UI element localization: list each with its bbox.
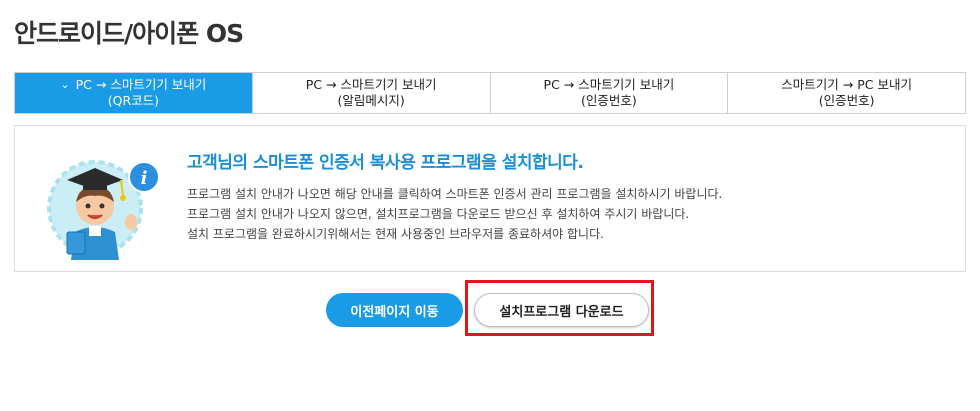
tab-sublabel: (QR코드) <box>107 93 160 108</box>
graduate-character-icon <box>45 140 175 260</box>
tab-smart-to-pc-code[interactable]: 스마트기기 → PC 보내기 (인증번호) <box>727 73 965 113</box>
info-line: 프로그램 설치 안내가 나오지 않으면, 설치프로그램을 다운로드 받으신 후 … <box>187 207 690 221</box>
info-line: 설치 프로그램을 완료하시기위해서는 현재 사용중인 브라우저를 종료하셔야 합… <box>187 227 604 241</box>
chevron-down-icon: ⌄ <box>60 78 70 91</box>
tab-label: 스마트기기 → PC 보내기 <box>781 77 912 92</box>
tab-sublabel: (알림메시지) <box>337 93 405 108</box>
tab-label: PC → 스마트기기 보내기 <box>305 77 437 92</box>
info-icon: i <box>128 161 160 193</box>
page-title: 안드로이드/아이폰 OS <box>14 19 244 48</box>
tab-pc-to-smart-qr[interactable]: ⌄ PC → 스마트기기 보내기 (QR코드) <box>15 73 252 113</box>
tab-sublabel: (인증번호) <box>818 93 875 108</box>
info-title: 고객님의 스마트폰 인증서 복사용 프로그램을 설치합니다. <box>187 153 584 173</box>
tab-pc-to-smart-alert[interactable]: PC → 스마트기기 보내기 (알림메시지) <box>251 73 490 113</box>
tab-pc-to-smart-code[interactable]: PC → 스마트기기 보내기 (인증번호) <box>489 73 728 113</box>
tab-label: PC → 스마트기기 보내기 <box>75 77 207 92</box>
info-description: 프로그램 설치 안내가 나오면 해당 안내를 클릭하여 스마트폰 인증서 관리 … <box>187 184 722 244</box>
tab-bar: ⌄ PC → 스마트기기 보내기 (QR코드) PC → 스마트기기 보내기 (… <box>14 72 966 114</box>
tab-label: PC → 스마트기기 보내기 <box>543 77 675 92</box>
info-line: 프로그램 설치 안내가 나오면 해당 안내를 클릭하여 스마트폰 인증서 관리 … <box>187 187 723 201</box>
download-installer-button[interactable]: 설치프로그램 다운로드 <box>474 293 649 327</box>
install-info-box: i 고객님의 스마트폰 인증서 복사용 프로그램을 설치합니다. 프로그램 설치… <box>14 125 966 272</box>
previous-page-button[interactable]: 이전페이지 이동 <box>326 293 463 327</box>
svg-text:i: i <box>141 168 148 189</box>
tab-sublabel: (인증번호) <box>580 93 637 108</box>
